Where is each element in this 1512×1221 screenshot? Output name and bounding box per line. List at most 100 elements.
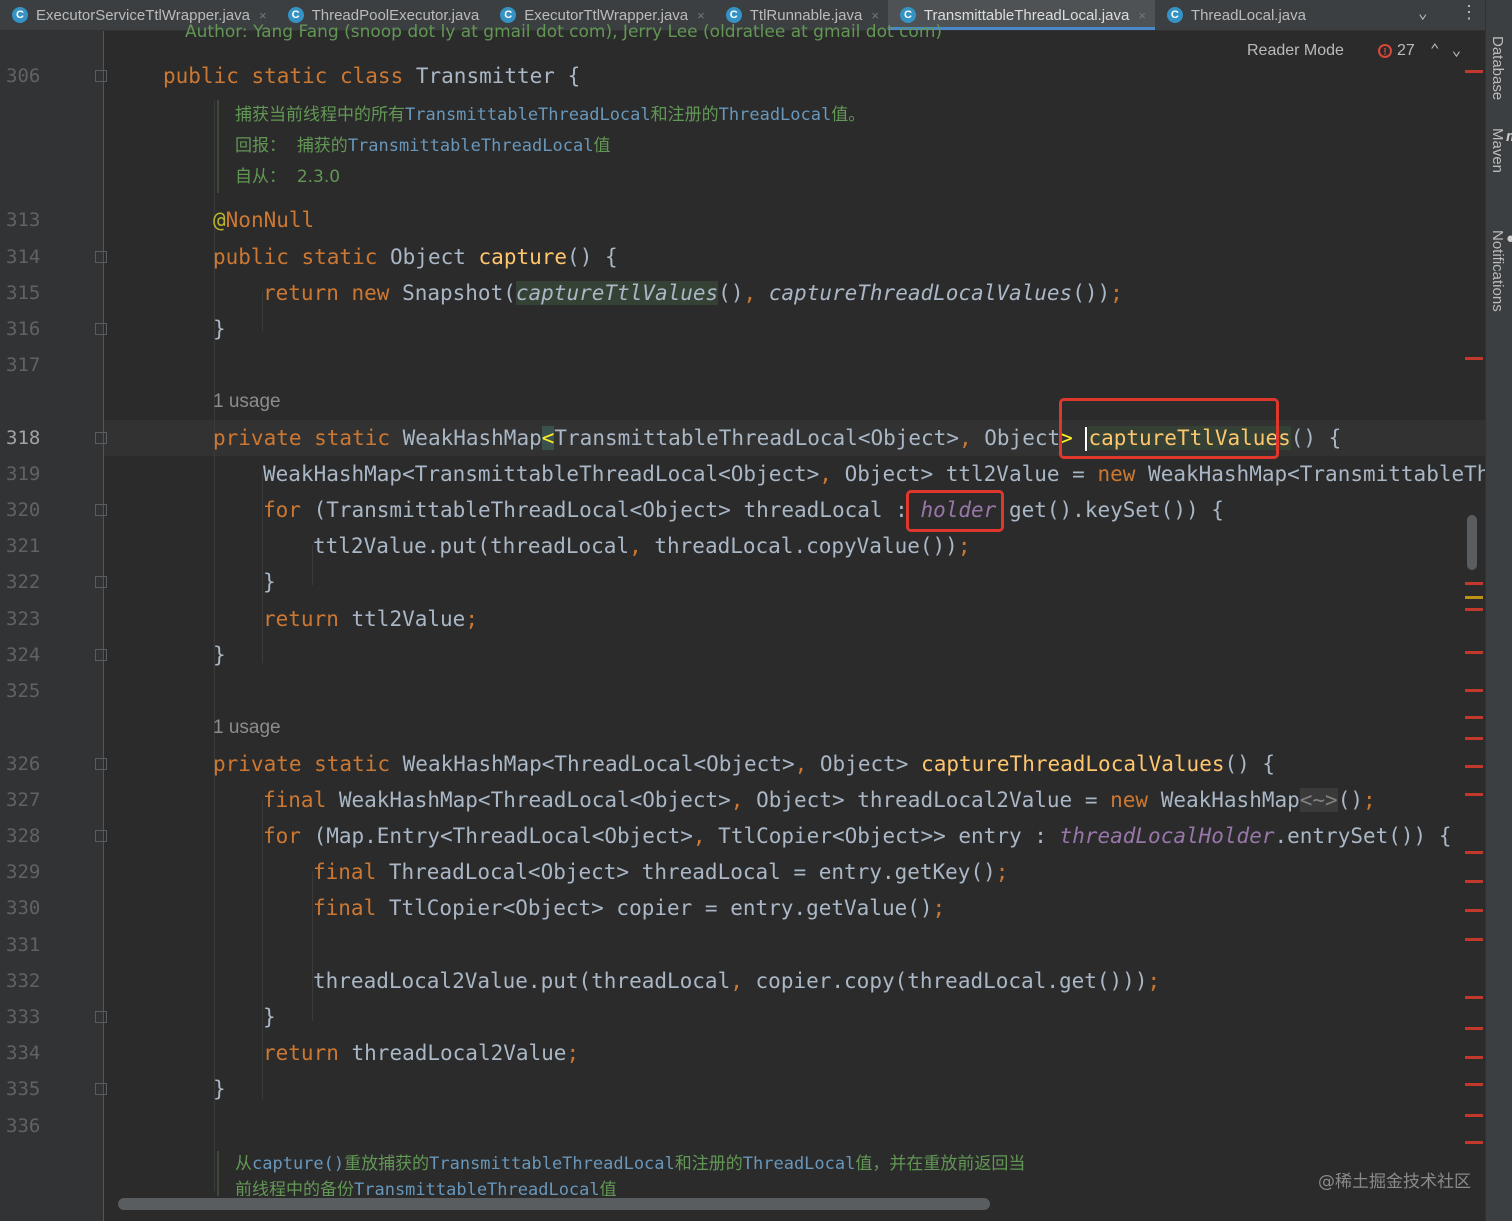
horizontal-scrollbar-thumb[interactable] xyxy=(118,1198,990,1210)
code-line-313: @NonNull xyxy=(213,208,315,232)
class-file-icon: C xyxy=(899,7,916,23)
doc-tag-label: 自从： xyxy=(235,167,286,187)
line-number: 326 xyxy=(6,753,41,775)
usage-hint[interactable]: 1 usage xyxy=(213,710,281,746)
line-number: 327 xyxy=(6,789,41,811)
doc-code: TransmittableThreadLocal xyxy=(354,1180,600,1196)
tab-thread-local[interactable]: C ThreadLocal.java xyxy=(1155,0,1315,30)
highlight-box-holder xyxy=(906,490,1004,532)
doc-text: 前线程中的备份 xyxy=(235,1180,354,1196)
line-number: 331 xyxy=(6,934,41,956)
doc-code: TransmittableThreadLocal xyxy=(347,136,594,156)
line-number: 320 xyxy=(6,499,41,521)
error-stripe xyxy=(1465,582,1483,585)
line-number: 314 xyxy=(6,246,41,268)
tab-label: ExecutorServiceTtlWrapper.java xyxy=(36,6,250,24)
error-stripe xyxy=(1465,938,1483,941)
notifications-tool-label: Notifications xyxy=(1489,230,1506,312)
maven-tool-button[interactable]: m Maven xyxy=(1489,128,1512,173)
doc-text: 从 xyxy=(235,1154,252,1174)
tab-label: TtlRunnable.java xyxy=(749,6,863,24)
close-icon[interactable]: × xyxy=(697,8,705,23)
doc-tag-label: 回报： xyxy=(235,136,286,156)
line-number: 329 xyxy=(6,861,41,883)
line-number: 335 xyxy=(6,1078,41,1100)
line-number: 334 xyxy=(6,1042,41,1064)
code-line-334: return threadLocal2Value; xyxy=(263,1041,580,1065)
error-stripe xyxy=(1465,996,1483,999)
class-file-icon: C xyxy=(725,7,742,23)
doc-text: 值 xyxy=(593,136,611,156)
line-number: 317 xyxy=(6,354,41,376)
line-number: 324 xyxy=(6,644,41,666)
code-line-323: return ttl2Value; xyxy=(263,607,478,631)
close-icon[interactable]: × xyxy=(1138,8,1146,23)
javadoc-capture: 捕获当前线程中的所有TransmittableThreadLocal和注册的Th… xyxy=(217,100,865,193)
watermark: @稀土掘金技术社区 xyxy=(1318,1172,1471,1192)
close-icon[interactable]: × xyxy=(871,8,879,23)
line-number: 315 xyxy=(6,282,41,304)
code-line-335: } xyxy=(213,1077,226,1101)
vertical-scrollbar-thumb[interactable] xyxy=(1467,515,1477,570)
javadoc-replay: 从capture()重放捕获的TransmittableThreadLocal和… xyxy=(217,1151,1025,1196)
doc-text: 和注册的 xyxy=(674,1154,743,1174)
chevron-down-icon[interactable]: ⌄ xyxy=(1418,3,1428,22)
error-stripe xyxy=(1465,1056,1483,1059)
code-line-327: final WeakHashMap<ThreadLocal<Object>, O… xyxy=(263,788,1376,812)
code-line-322: } xyxy=(263,570,276,594)
error-stripe xyxy=(1465,909,1483,912)
code-line-329: final ThreadLocal<Object> threadLocal = … xyxy=(313,860,1009,884)
code-line-319: WeakHashMap<TransmittableThreadLocal<Obj… xyxy=(263,462,1485,486)
error-stripe xyxy=(1465,1141,1483,1144)
error-stripe xyxy=(1465,357,1483,360)
doc-text: 值，并在重放前返回当 xyxy=(855,1154,1026,1174)
bell-icon: ● xyxy=(1506,230,1512,247)
class-file-icon: C xyxy=(287,7,304,23)
database-tool-button[interactable]: Database xyxy=(1489,36,1506,100)
tab-label: TransmittableThreadLocal.java xyxy=(923,6,1130,24)
error-stripe xyxy=(1465,689,1483,692)
highlight-box-capture-ttl-values xyxy=(1059,398,1279,459)
line-number: 322 xyxy=(6,571,41,593)
line-number: 330 xyxy=(6,897,41,919)
class-file-icon: C xyxy=(1166,7,1183,23)
error-stripe xyxy=(1465,851,1483,854)
doc-code: TransmittableThreadLocal xyxy=(429,1154,675,1174)
line-number: 316 xyxy=(6,318,41,340)
tab-label: ExecutorTtlWrapper.java xyxy=(524,6,689,24)
class-file-icon: C xyxy=(500,7,517,23)
error-stripe xyxy=(1465,716,1483,719)
tab-label: ThreadPoolExecutor.java xyxy=(311,6,480,24)
more-icon[interactable]: ⋮ xyxy=(1460,2,1478,23)
line-number: 332 xyxy=(6,970,41,992)
code-editor[interactable]: public static class Transmitter { 捕获当前线程… xyxy=(104,31,1485,1196)
class-file-icon: C xyxy=(12,7,28,23)
code-line-314: public static Object capture() { xyxy=(213,245,618,269)
line-number: 323 xyxy=(6,608,41,630)
database-tool-label: Database xyxy=(1489,36,1506,101)
doc-code: ThreadLocal xyxy=(742,1154,856,1174)
code-line-332: threadLocal2Value.put(threadLocal, copie… xyxy=(313,969,1161,993)
error-stripe xyxy=(1465,70,1483,73)
doc-text: 值。 xyxy=(831,105,866,125)
doc-text: 捕获的 xyxy=(296,136,348,156)
doc-since-value: 2.3.0 xyxy=(296,167,341,187)
maven-tool-label: Maven xyxy=(1489,128,1506,174)
doc-code: ThreadLocal xyxy=(718,105,832,125)
close-icon[interactable]: × xyxy=(259,8,267,23)
error-stripe xyxy=(1465,737,1483,740)
error-stripe xyxy=(1465,880,1483,883)
notifications-tool-button[interactable]: ● Notifications xyxy=(1489,230,1512,312)
error-stripe xyxy=(1465,1083,1483,1086)
doc-text: 捕获当前线程中的所有 xyxy=(235,105,405,125)
right-tool-strip: Database m Maven ● Notifications xyxy=(1485,0,1512,1221)
line-number-current: 318 xyxy=(6,427,41,449)
code-line-328: for (Map.Entry<ThreadLocal<Object>, TtlC… xyxy=(263,824,1452,848)
doc-text: 重放捕获的 xyxy=(344,1154,430,1174)
line-number: 313 xyxy=(6,209,41,231)
code-line-306: public static class Transmitter { xyxy=(163,64,581,88)
code-line-315: return new Snapshot(captureTtlValues(), … xyxy=(263,281,1123,305)
line-number: 333 xyxy=(6,1006,41,1028)
error-stripe xyxy=(1465,1114,1483,1117)
usage-hint[interactable]: 1 usage xyxy=(213,384,281,420)
